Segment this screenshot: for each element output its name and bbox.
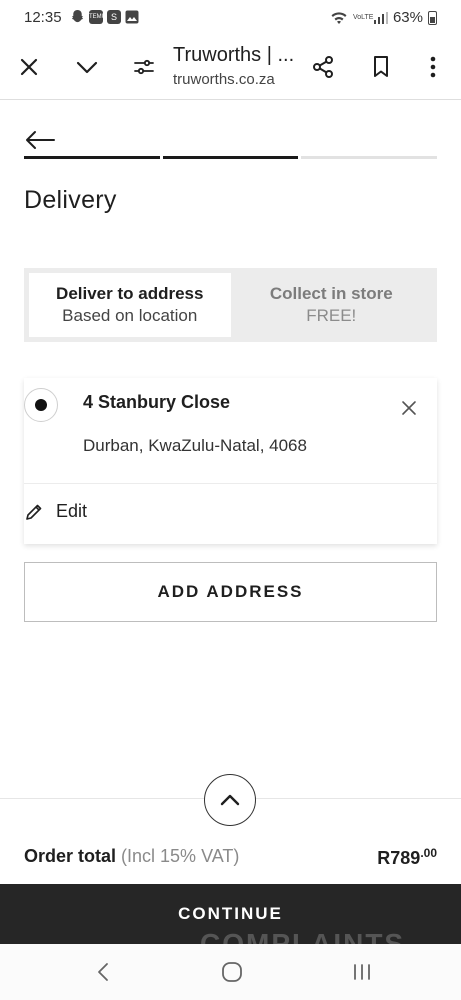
chevron-up-icon [220,794,240,806]
edit-label: Edit [56,501,88,521]
order-total-label: Order total (Incl 15% VAT) [24,846,239,867]
nav-home-icon[interactable] [217,958,247,986]
snapchat-icon [71,9,84,23]
volte-icon: VoLTE [352,14,374,21]
pencil-icon [26,504,42,520]
gallery-icon [125,10,139,23]
temu-icon: TEMU [89,9,106,24]
status-right: VoLTE 63% [330,9,437,26]
system-navigation-bar [0,944,461,1000]
delivery-method-toggle: Deliver to address Based on location Col… [24,268,437,342]
wifi-icon [331,11,347,24]
continue-button[interactable]: CONTINUE [0,884,461,944]
share-icon[interactable] [308,52,338,82]
vat-note: (Incl 15% VAT) [121,846,240,866]
divider [24,483,437,484]
deliver-to-address-option[interactable]: Deliver to address Based on location [29,273,231,337]
battery-percentage: 63% [392,9,423,26]
page-title: Delivery [24,186,117,214]
remove-address-icon[interactable] [401,400,417,416]
add-address-button[interactable]: ADD ADDRESS [24,562,437,622]
progress-step-2 [162,156,299,159]
bookmark-icon[interactable] [366,52,396,82]
notification-icons: TEMU S [70,9,139,24]
option-subtitle: Based on location [62,306,198,325]
status-time: 12:35 [24,9,62,26]
page-url[interactable]: truworths.co.za [173,71,275,88]
option-title: Collect in store [269,284,393,303]
browser-toolbar: Truworths | ... truworths.co.za [0,36,461,100]
address-radio[interactable] [24,388,58,422]
nav-recents-icon[interactable] [347,958,377,986]
signal-icon [373,11,388,24]
battery-icon [428,10,437,25]
site-settings-icon[interactable] [129,52,159,82]
expand-summary-button[interactable] [204,774,256,826]
edit-address-button[interactable]: Edit [24,501,87,522]
nav-back-icon[interactable] [88,958,118,986]
s-app-icon: S [107,9,121,24]
collect-in-store-option[interactable]: Collect in store FREE! [231,273,433,337]
status-bar: 12:35 TEMU S VoLTE 63% [0,0,461,36]
back-arrow-icon[interactable] [24,128,56,152]
option-subtitle: FREE! [306,306,357,325]
order-total-title: Order total [24,846,117,866]
radio-selected-dot [35,399,47,411]
close-icon[interactable] [14,52,44,82]
progress-step-1 [24,156,160,159]
order-total-amount: R789.00 [377,846,437,869]
page-tab-title[interactable]: Truworths | ... [173,44,294,67]
option-title: Deliver to address [56,284,204,303]
progress-step-3 [301,156,438,159]
address-card: 4 Stanbury Close Durban, KwaZulu-Natal, … [24,378,437,544]
amount-cents: .00 [420,846,437,860]
more-options-icon[interactable] [418,52,448,82]
amount-main: R789 [377,848,421,868]
chevron-down-icon[interactable] [72,52,102,82]
address-street: 4 Stanbury Close [83,392,231,412]
address-city: Durban, KwaZulu-Natal, 4068 [83,436,307,455]
checkout-progress [24,156,438,159]
